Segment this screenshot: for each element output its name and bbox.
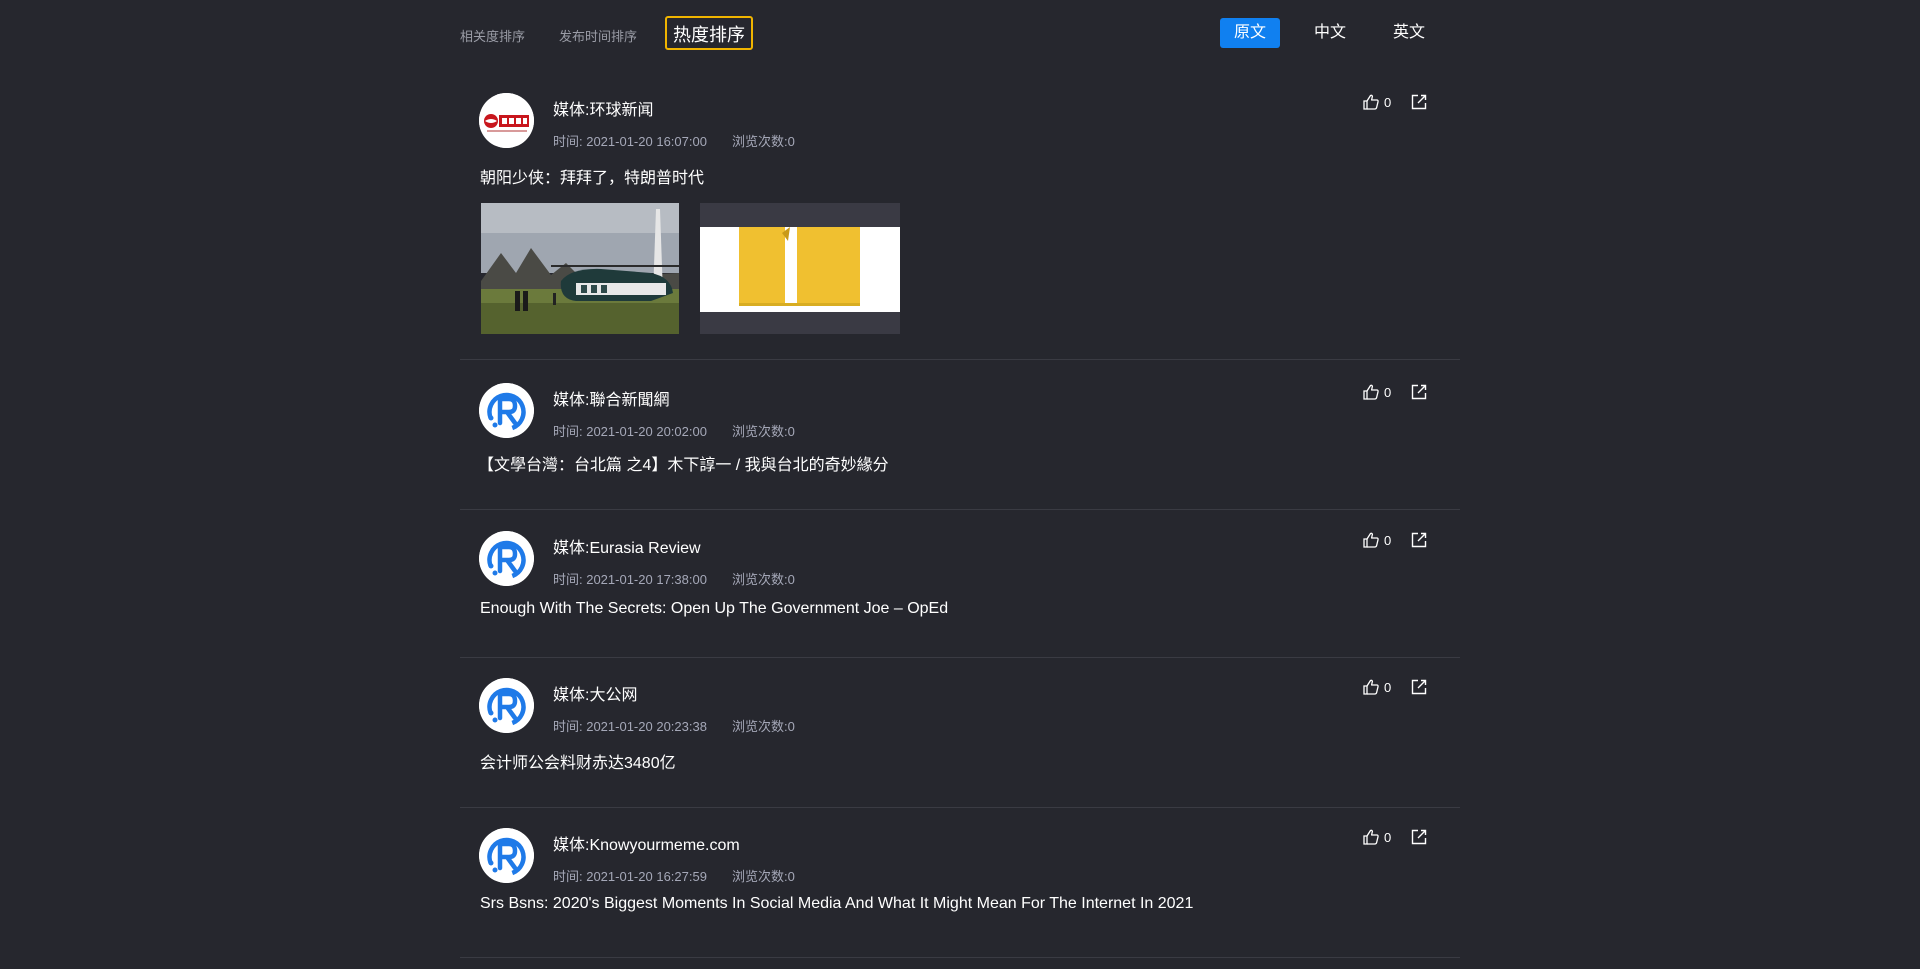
view-count: 浏览次数:0 <box>732 869 795 884</box>
news-title[interactable]: 会计师公会料财赤达3480亿 <box>480 749 676 773</box>
external-link-icon[interactable] <box>1410 383 1428 401</box>
news-image-number-one[interactable] <box>700 203 900 334</box>
default-r-logo-avatar <box>479 383 534 438</box>
media-name: 媒体:大公网 <box>553 687 638 704</box>
publish-time: 时间: 2021-01-20 16:27:59 <box>553 869 707 884</box>
view-count: 浏览次数:0 <box>732 572 795 587</box>
default-r-logo-avatar <box>479 678 534 733</box>
default-r-logo-avatar <box>479 828 534 883</box>
thumbs-up-icon[interactable] <box>1362 383 1380 401</box>
lang-button-chinese[interactable]: 中文 <box>1314 18 1346 48</box>
news-item: 媒体:环球新闻 时间: 2021-01-20 16:07:00 浏览次数:0 朝… <box>460 70 1460 360</box>
view-count: 浏览次数:0 <box>732 134 795 149</box>
r-logo-icon <box>479 828 534 883</box>
publish-time: 时间: 2021-01-20 16:07:00 <box>553 134 707 149</box>
item-actions: 0 <box>1362 827 1428 847</box>
news-list: 媒体:环球新闻 时间: 2021-01-20 16:07:00 浏览次数:0 朝… <box>460 70 1460 958</box>
like-count: 0 <box>1384 384 1392 400</box>
news-item: 媒体:Eurasia Review 时间: 2021-01-20 17:38:0… <box>460 510 1460 658</box>
like-count: 0 <box>1384 679 1392 695</box>
lang-button-original[interactable]: 原文 <box>1220 18 1280 48</box>
news-title[interactable]: 朝阳少侠：拜拜了，特朗普时代 <box>480 164 704 188</box>
number-one-graphic-image <box>700 203 900 334</box>
external-link-icon[interactable] <box>1410 678 1428 696</box>
media-name: 媒体:Eurasia Review <box>553 540 701 557</box>
huanqiu-logo-avatar <box>479 93 534 148</box>
r-logo-icon <box>479 531 534 586</box>
item-actions: 0 <box>1362 92 1428 112</box>
publish-time: 时间: 2021-01-20 17:38:00 <box>553 572 707 587</box>
thumbs-up-icon[interactable] <box>1362 93 1380 111</box>
external-link-icon[interactable] <box>1410 828 1428 846</box>
news-item: 媒体:大公网 时间: 2021-01-20 20:23:38 浏览次数:0 会计… <box>460 658 1460 808</box>
publish-time: 时间: 2021-01-20 20:02:00 <box>553 424 707 439</box>
item-actions: 0 <box>1362 382 1428 402</box>
publish-time: 时间: 2021-01-20 20:23:38 <box>553 719 707 734</box>
thumbs-up-icon[interactable] <box>1362 678 1380 696</box>
thumbs-up-icon[interactable] <box>1362 828 1380 846</box>
like-count: 0 <box>1384 532 1392 548</box>
lang-button-english[interactable]: 英文 <box>1393 18 1425 48</box>
news-title[interactable]: Enough With The Secrets: Open Up The Gov… <box>480 600 948 618</box>
helicopter-photo-image <box>481 203 679 334</box>
sort-tab-publish-time[interactable]: 发布时间排序 <box>559 26 637 45</box>
thumbs-up-icon[interactable] <box>1362 531 1380 549</box>
news-item: 媒体:聯合新聞網 时间: 2021-01-20 20:02:00 浏览次数:0 … <box>460 360 1460 510</box>
page: 相关度排序 发布时间排序 热度排序 原文 中文 英文 媒体:环球新闻 时间: 2… <box>0 0 1920 969</box>
media-name: 媒体:聯合新聞網 <box>553 392 670 409</box>
media-name: 媒体:Knowyourmeme.com <box>553 837 740 854</box>
r-logo-icon <box>479 383 534 438</box>
news-title[interactable]: 【文學台灣：台北篇 之4】木下諄一 / 我與台北的奇妙緣分 <box>478 451 889 475</box>
news-item: 媒体:Knowyourmeme.com 时间: 2021-01-20 16:27… <box>460 808 1460 958</box>
r-logo-icon <box>479 678 534 733</box>
news-title[interactable]: Srs Bsns: 2020's Biggest Moments In Soci… <box>480 895 1193 913</box>
default-r-logo-avatar <box>479 531 534 586</box>
like-count: 0 <box>1384 829 1392 845</box>
external-link-icon[interactable] <box>1410 531 1428 549</box>
view-count: 浏览次数:0 <box>732 424 795 439</box>
item-actions: 0 <box>1362 530 1428 550</box>
news-image-helicopter[interactable] <box>481 203 679 334</box>
view-count: 浏览次数:0 <box>732 719 795 734</box>
like-count: 0 <box>1384 94 1392 110</box>
item-actions: 0 <box>1362 677 1428 697</box>
sort-tab-popularity[interactable]: 热度排序 <box>665 16 753 50</box>
sort-tab-relevance[interactable]: 相关度排序 <box>460 26 525 45</box>
media-name: 媒体:环球新闻 <box>553 102 654 119</box>
huanqiu-logo-icon <box>479 93 534 148</box>
external-link-icon[interactable] <box>1410 93 1428 111</box>
sort-toolbar: 相关度排序 发布时间排序 热度排序 原文 中文 英文 <box>460 14 1460 54</box>
